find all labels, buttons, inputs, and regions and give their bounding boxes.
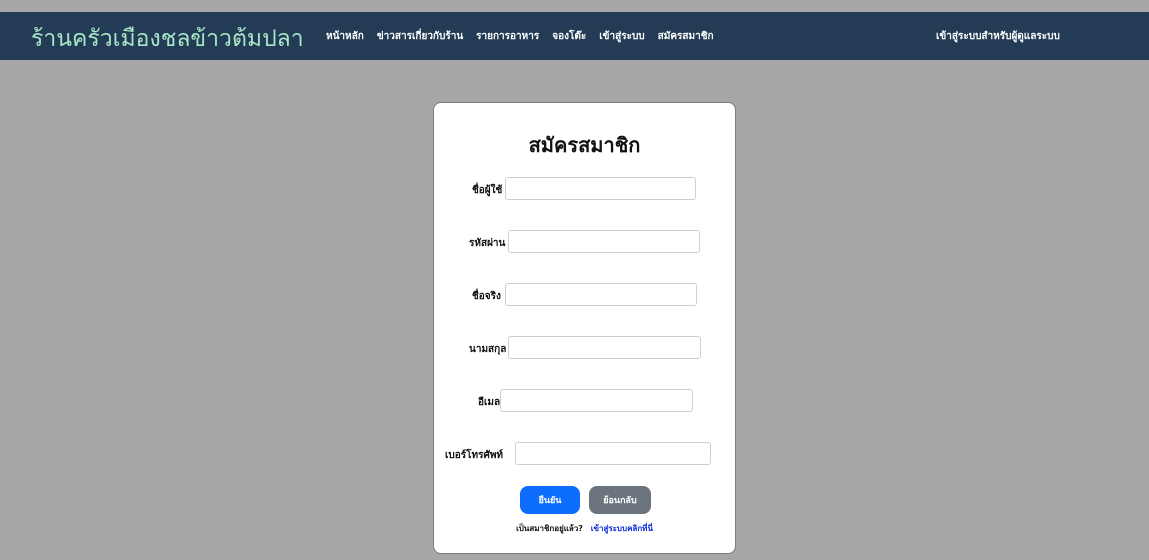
login-link[interactable]: เข้าสู่ระบบคลิกที่นี่ <box>591 524 653 533</box>
register-card: สมัครสมาชิก ชื่อผู้ใช้ รหัสผ่าน ชื่อจริง… <box>433 102 736 554</box>
email-field[interactable] <box>500 389 693 412</box>
login-prompt-row: เป็นสมาชิกอยู่แล้ว? เข้าสู่ระบบคลิกที่นี… <box>434 522 735 535</box>
firstname-field[interactable] <box>505 283 697 306</box>
password-field[interactable] <box>508 230 700 253</box>
phone-label: เบอร์โทรศัพท์ <box>445 450 504 461</box>
nav-link-admin-login[interactable]: เข้าสู่ระบบสำหรับผู้ดูแลระบบ <box>936 29 1060 44</box>
nav-link-reserve[interactable]: จองโต๊ะ <box>552 29 586 44</box>
username-label: ชื่อผู้ใช้ <box>472 185 503 196</box>
nav-link-register[interactable]: สมัครสมาชิก <box>658 29 714 44</box>
nav-link-menu[interactable]: รายการอาหาร <box>476 29 539 44</box>
brand-logo-text[interactable]: ร้านครัวเมืองชลข้าวต้มปลา <box>31 21 304 57</box>
login-prompt-text: เป็นสมาชิกอยู่แล้ว? <box>516 524 583 533</box>
lastname-field[interactable] <box>508 336 701 359</box>
nav-links: หน้าหลัก ข่าวสารเกี่ยวกับร้าน รายการอาหา… <box>326 29 714 44</box>
lastname-label: นามสกุล <box>469 344 507 355</box>
nav-link-login[interactable]: เข้าสู่ระบบ <box>599 29 644 44</box>
phone-field[interactable] <box>515 442 711 465</box>
nav-link-home[interactable]: หน้าหลัก <box>326 29 364 44</box>
top-navbar: ร้านครัวเมืองชลข้าวต้มปลา หน้าหลัก ข่าวส… <box>0 12 1149 60</box>
submit-button[interactable]: ยืนยัน <box>520 486 580 514</box>
firstname-label: ชื่อจริง <box>472 291 501 302</box>
page-title: สมัครสมาชิก <box>528 133 641 157</box>
email-label: อีเมล <box>478 397 501 408</box>
username-field[interactable] <box>505 177 696 200</box>
back-button[interactable]: ย้อนกลับ <box>589 486 651 514</box>
nav-link-news[interactable]: ข่าวสารเกี่ยวกับร้าน <box>377 29 463 44</box>
password-label: รหัสผ่าน <box>469 238 506 249</box>
